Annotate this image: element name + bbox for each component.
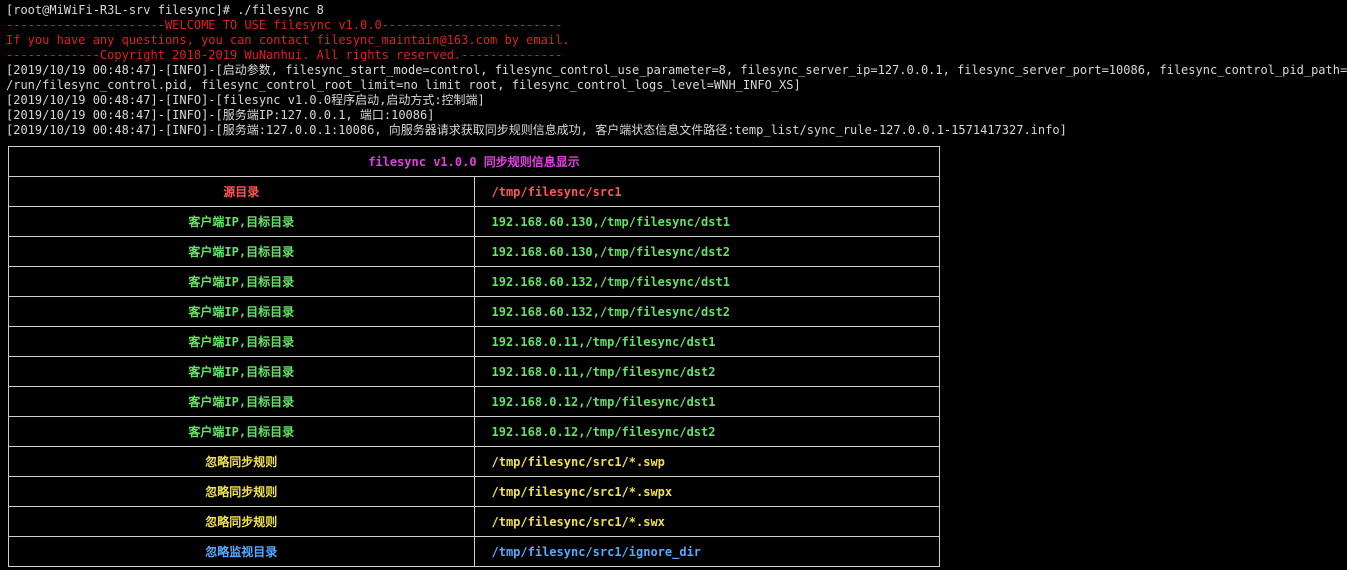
- table-row: 忽略监视目录 /tmp/filesync/src1/ignore_dir: [8, 536, 940, 567]
- row-value: /tmp/filesync/src1/ignore_dir: [473, 536, 940, 567]
- row-value: /tmp/filesync/src1/*.swpx: [473, 476, 940, 507]
- row-value: 192.168.0.12,/tmp/filesync/dst1: [473, 386, 940, 417]
- table-row: 客户端IP,目标目录 192.168.0.12,/tmp/filesync/ds…: [8, 386, 940, 417]
- log-line: [2019/10/19 00:48:47]-[INFO]-[启动参数, file…: [6, 63, 1347, 77]
- row-value: 192.168.60.132,/tmp/filesync/dst1: [473, 266, 940, 297]
- row-value: 192.168.60.132,/tmp/filesync/dst2: [473, 296, 940, 327]
- row-label: 忽略同步规则: [8, 446, 475, 477]
- row-label: 客户端IP,目标目录: [8, 296, 475, 327]
- row-value: 192.168.0.11,/tmp/filesync/dst2: [473, 356, 940, 387]
- row-value: /tmp/filesync/src1/*.swx: [473, 506, 940, 537]
- table-row: 客户端IP,目标目录 192.168.0.12,/tmp/filesync/ds…: [8, 416, 940, 447]
- row-label: 客户端IP,目标目录: [8, 356, 475, 387]
- row-value: /tmp/filesync/src1: [473, 176, 940, 207]
- row-label: 客户端IP,目标目录: [8, 266, 475, 297]
- table-row: 忽略同步规则 /tmp/filesync/src1/*.swx: [8, 506, 940, 537]
- log-line: [2019/10/19 00:48:47]-[INFO]-[filesync v…: [6, 93, 485, 107]
- banner-contact: If you have any questions, you can conta…: [6, 33, 570, 47]
- table-row: 客户端IP,目标目录 192.168.60.130,/tmp/filesync/…: [8, 206, 940, 237]
- row-value: 192.168.60.130,/tmp/filesync/dst2: [473, 236, 940, 267]
- table-row: 客户端IP,目标目录 192.168.60.130,/tmp/filesync/…: [8, 236, 940, 267]
- log-line: [2019/10/19 00:48:47]-[INFO]-[服务端:127.0.…: [6, 123, 1067, 137]
- row-value: /tmp/filesync/src1/*.swp: [473, 446, 940, 477]
- row-label: 客户端IP,目标目录: [8, 206, 475, 237]
- command-prompt-line: [root@MiWiFi-R3L-srv filesync]# ./filesy…: [6, 3, 324, 17]
- table-row: 源目录 /tmp/filesync/src1: [8, 176, 940, 207]
- table-title: filesync v1.0.0 同步规则信息显示: [8, 146, 940, 177]
- log-line: [2019/10/19 00:48:47]-[INFO]-[服务端IP:127.…: [6, 108, 435, 122]
- row-value: 192.168.0.11,/tmp/filesync/dst1: [473, 326, 940, 357]
- row-label: 源目录: [8, 176, 475, 207]
- row-value: 192.168.0.12,/tmp/filesync/dst2: [473, 416, 940, 447]
- row-label: 客户端IP,目标目录: [8, 386, 475, 417]
- row-label: 忽略同步规则: [8, 476, 475, 507]
- table-row: 忽略同步规则 /tmp/filesync/src1/*.swpx: [8, 476, 940, 507]
- banner-welcome: ----------------------WELCOME TO USE fil…: [6, 18, 563, 32]
- table-row: 客户端IP,目标目录 192.168.0.11,/tmp/filesync/ds…: [8, 356, 940, 387]
- row-label: 客户端IP,目标目录: [8, 326, 475, 357]
- row-label: 忽略同步规则: [8, 506, 475, 537]
- table-row: 客户端IP,目标目录 192.168.0.11,/tmp/filesync/ds…: [8, 326, 940, 357]
- table-row: 忽略同步规则 /tmp/filesync/src1/*.swp: [8, 446, 940, 477]
- log-line: /run/filesync_control.pid, filesync_cont…: [6, 78, 801, 92]
- table-row: 客户端IP,目标目录 192.168.60.132,/tmp/filesync/…: [8, 266, 940, 297]
- banner-copyright: -------------Copyright 2018-2019 WuNanhu…: [6, 48, 563, 62]
- row-label: 客户端IP,目标目录: [8, 236, 475, 267]
- table-title-row: filesync v1.0.0 同步规则信息显示: [8, 146, 940, 177]
- row-label: 忽略监视目录: [8, 536, 475, 567]
- sync-rules-table: filesync v1.0.0 同步规则信息显示 源目录 /tmp/filesy…: [8, 146, 940, 567]
- row-label: 客户端IP,目标目录: [8, 416, 475, 447]
- table-row: 客户端IP,目标目录 192.168.60.132,/tmp/filesync/…: [8, 296, 940, 327]
- row-value: 192.168.60.130,/tmp/filesync/dst1: [473, 206, 940, 237]
